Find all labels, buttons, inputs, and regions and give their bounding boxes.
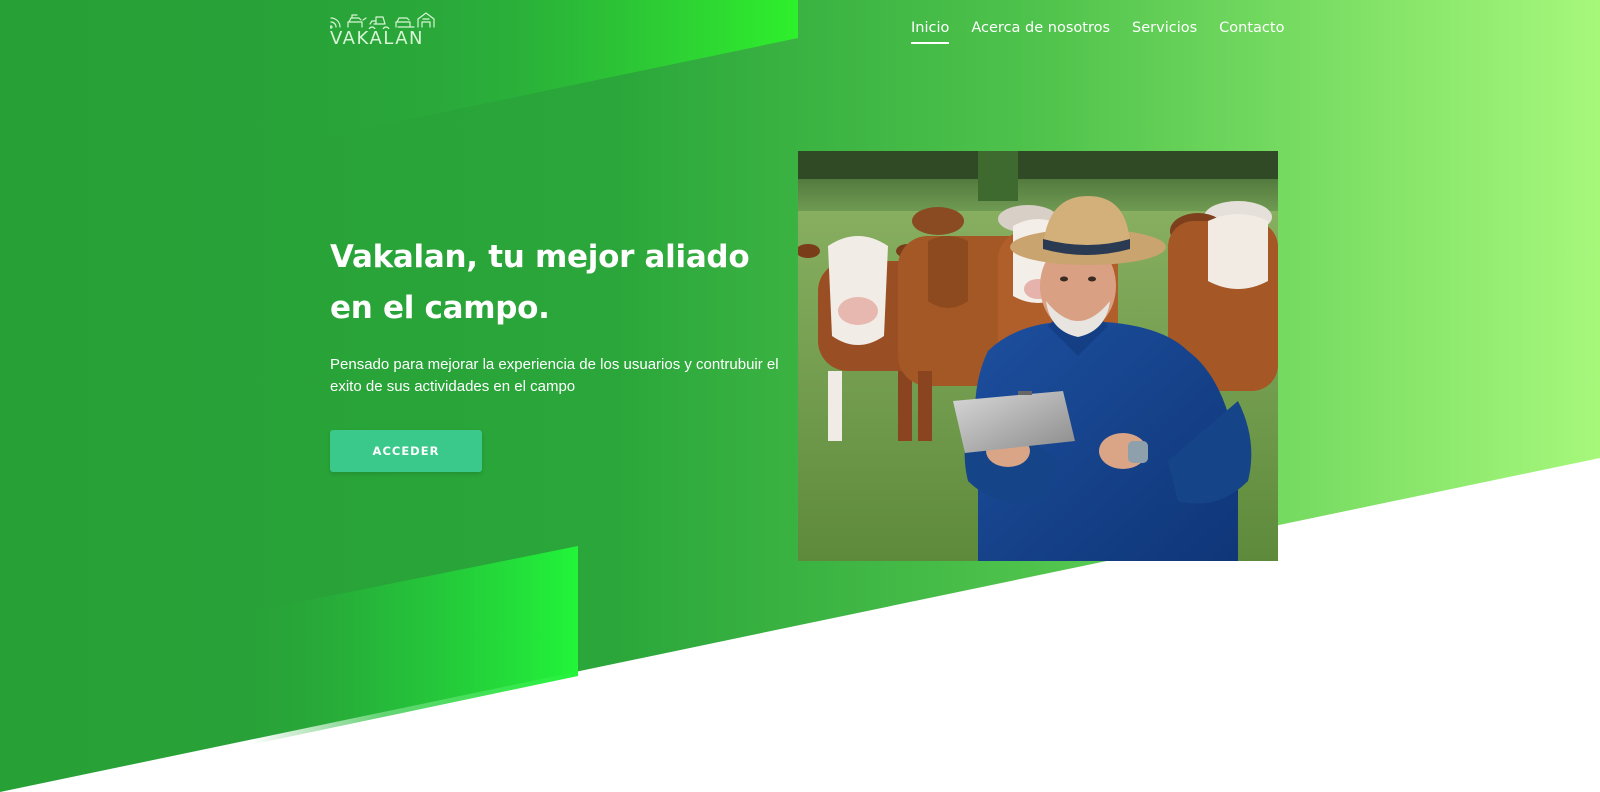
acceder-button[interactable]: ACCEDER — [330, 430, 482, 472]
farmer-with-tablet-and-cattle-image — [798, 151, 1278, 561]
site-header: VAKALAN Inicio Acerca de nosotros Servic… — [0, 0, 1600, 60]
farm-tractor-cattle-icon — [330, 12, 435, 29]
nav-item-servicios[interactable]: Servicios — [1132, 14, 1197, 44]
hero-title: Vakalan, tu mejor aliado en el campo. — [330, 239, 750, 326]
hero-image — [798, 151, 1278, 561]
hero-subtitle: Pensado para mejorar la experiencia de l… — [330, 356, 779, 395]
brand-name: VAKALAN — [330, 28, 424, 49]
hero-content: Vakalan, tu mejor aliado en el campo. Pe… — [330, 232, 790, 398]
nav-item-contacto[interactable]: Contacto — [1219, 14, 1284, 44]
site-logo[interactable]: VAKALAN — [330, 9, 440, 49]
nav-item-acerca-de-nosotros[interactable]: Acerca de nosotros — [971, 14, 1110, 44]
landing-page: VAKALAN Inicio Acerca de nosotros Servic… — [0, 0, 1600, 792]
main-nav: Inicio Acerca de nosotros Servicios Cont… — [900, 14, 1295, 44]
nav-item-inicio[interactable]: Inicio — [911, 14, 950, 44]
